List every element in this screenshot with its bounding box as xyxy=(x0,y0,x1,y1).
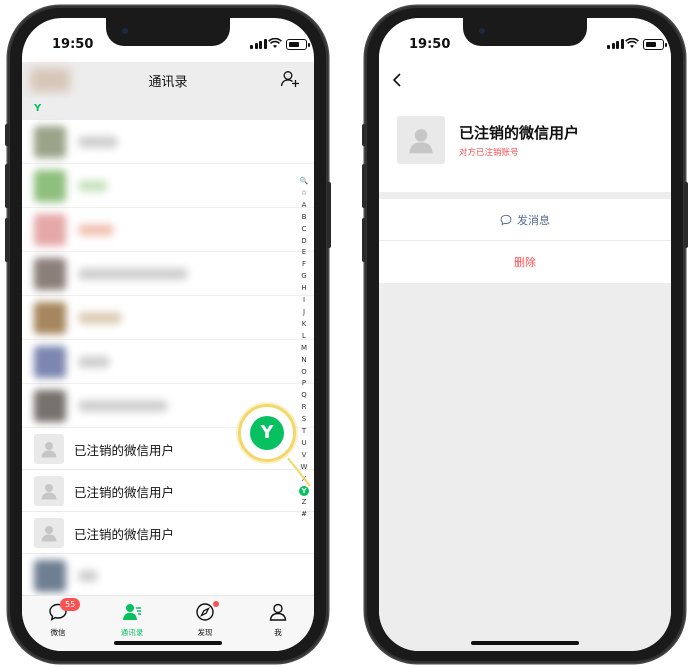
default-avatar-icon xyxy=(34,476,64,506)
index-letter[interactable]: U xyxy=(298,438,310,450)
index-letter[interactable]: 🔍 xyxy=(298,176,310,188)
section-header: Y xyxy=(22,98,314,120)
index-letter[interactable]: A xyxy=(298,200,310,212)
index-letter[interactable]: G xyxy=(298,271,310,283)
phone-frame-left: 19:50 通讯录 Y 已注销的微信用户 已注销的微信用户 已注销的微信用户 🔍… xyxy=(5,6,331,663)
contact-row-deregistered[interactable]: 已注销的微信用户 xyxy=(22,470,314,512)
home-indicator xyxy=(114,641,222,645)
index-letter[interactable]: Z xyxy=(298,497,310,509)
profile-avatar xyxy=(397,116,445,164)
index-letter[interactable]: T xyxy=(298,426,310,438)
signal-icon xyxy=(250,39,267,49)
contacts-nav-bar: 通讯录 xyxy=(22,62,314,98)
power-button xyxy=(327,182,331,248)
index-letter[interactable]: B xyxy=(298,212,310,224)
index-letter[interactable]: D xyxy=(298,236,310,248)
battery-icon xyxy=(643,39,667,50)
blurred-contact-row[interactable] xyxy=(22,164,314,208)
index-letter[interactable]: F xyxy=(298,259,310,271)
index-letter[interactable]: I xyxy=(298,295,310,307)
index-letter[interactable]: C xyxy=(298,224,310,236)
default-avatar-icon xyxy=(34,434,64,464)
blurred-contact-row[interactable] xyxy=(22,296,314,340)
empty-area xyxy=(379,283,671,651)
index-magnifier: Y xyxy=(238,404,296,462)
section-divider xyxy=(379,192,671,199)
account-status-text: 对方已注销账号 xyxy=(459,148,519,158)
delete-contact-button[interactable]: 删除 xyxy=(379,241,671,283)
status-time: 19:50 xyxy=(52,37,94,52)
phone-frame-right: 19:50 已注销的微信用户 对方已注销账号 发消息 删除 xyxy=(362,6,688,663)
notification-dot xyxy=(213,601,219,607)
send-message-label: 发消息 xyxy=(517,213,550,227)
mute-switch xyxy=(362,124,366,146)
tab-contacts[interactable]: 通讯录 xyxy=(102,602,162,638)
contacts-person-icon xyxy=(123,604,141,620)
blurred-contact-row[interactable] xyxy=(22,252,314,296)
index-letter[interactable]: R xyxy=(298,402,310,414)
blurred-contact-row[interactable] xyxy=(22,340,314,384)
index-letter[interactable]: S xyxy=(298,414,310,426)
home-indicator xyxy=(471,641,579,645)
wifi-icon xyxy=(625,38,639,48)
index-letter[interactable]: J xyxy=(298,307,310,319)
index-letter[interactable]: P xyxy=(298,378,310,390)
magnified-letter: Y xyxy=(250,416,284,450)
index-letter[interactable]: H xyxy=(298,283,310,295)
signal-icon xyxy=(607,39,624,49)
tab-label: 微信 xyxy=(50,628,66,637)
volume-up-button xyxy=(5,164,9,208)
volume-up-button xyxy=(362,164,366,208)
blurred-contact-row[interactable] xyxy=(22,208,314,252)
blurred-contact-row[interactable] xyxy=(22,554,314,598)
person-outline-icon xyxy=(269,603,287,621)
contact-name: 已注销的微信用户 xyxy=(74,485,175,500)
contact-name: 已注销的微信用户 xyxy=(74,443,175,458)
power-button xyxy=(684,182,688,248)
contact-name: 已注销的微信用户 xyxy=(74,527,175,542)
tab-label: 通讯录 xyxy=(120,628,144,637)
index-letter[interactable]: O xyxy=(298,367,310,379)
delete-label: 删除 xyxy=(514,256,536,269)
send-message-button[interactable]: 发消息 xyxy=(379,199,671,241)
index-letter[interactable]: ☆ xyxy=(298,188,310,200)
compass-icon xyxy=(196,603,214,621)
index-letter[interactable]: L xyxy=(298,331,310,343)
tab-me[interactable]: 我 xyxy=(248,602,308,638)
index-letter[interactable]: Q xyxy=(298,390,310,402)
profile-name: 已注销的微信用户 xyxy=(459,124,580,142)
index-letter[interactable]: K xyxy=(298,319,310,331)
default-avatar-icon xyxy=(409,129,433,154)
index-letter[interactable]: N xyxy=(298,355,310,367)
blurred-contact-row[interactable] xyxy=(22,120,314,164)
tab-discover[interactable]: 发现 xyxy=(175,601,235,638)
contact-list[interactable]: Y 已注销的微信用户 已注销的微信用户 已注销的微信用户 xyxy=(22,98,314,642)
contacts-screen: 19:50 通讯录 Y 已注销的微信用户 已注销的微信用户 已注销的微信用户 🔍… xyxy=(22,18,314,651)
message-bubble-icon xyxy=(500,214,512,225)
mute-switch xyxy=(5,124,9,146)
camera xyxy=(479,28,485,34)
magnifier-pointer-line xyxy=(287,457,311,487)
page-title: 通讯录 xyxy=(148,75,188,90)
back-chevron-icon[interactable] xyxy=(391,72,403,88)
status-time: 19:50 xyxy=(409,37,451,52)
volume-down-button xyxy=(362,218,366,262)
tab-label: 发现 xyxy=(197,628,213,637)
camera xyxy=(122,28,128,34)
contact-row-deregistered[interactable]: 已注销的微信用户 xyxy=(22,512,314,554)
default-avatar-icon xyxy=(34,518,64,548)
wifi-icon xyxy=(268,38,282,48)
index-letter[interactable]: # xyxy=(298,509,310,521)
unread-badge: 55 xyxy=(60,598,81,611)
profile-screen: 19:50 已注销的微信用户 对方已注销账号 发消息 删除 xyxy=(379,18,671,651)
add-friend-icon[interactable] xyxy=(280,69,300,89)
tab-chats[interactable]: 55 微信 xyxy=(28,598,88,638)
battery-icon xyxy=(286,39,310,50)
index-letter[interactable]: E xyxy=(298,247,310,259)
volume-down-button xyxy=(5,218,9,262)
tab-label: 我 xyxy=(274,628,282,637)
index-letter[interactable]: M xyxy=(298,343,310,355)
